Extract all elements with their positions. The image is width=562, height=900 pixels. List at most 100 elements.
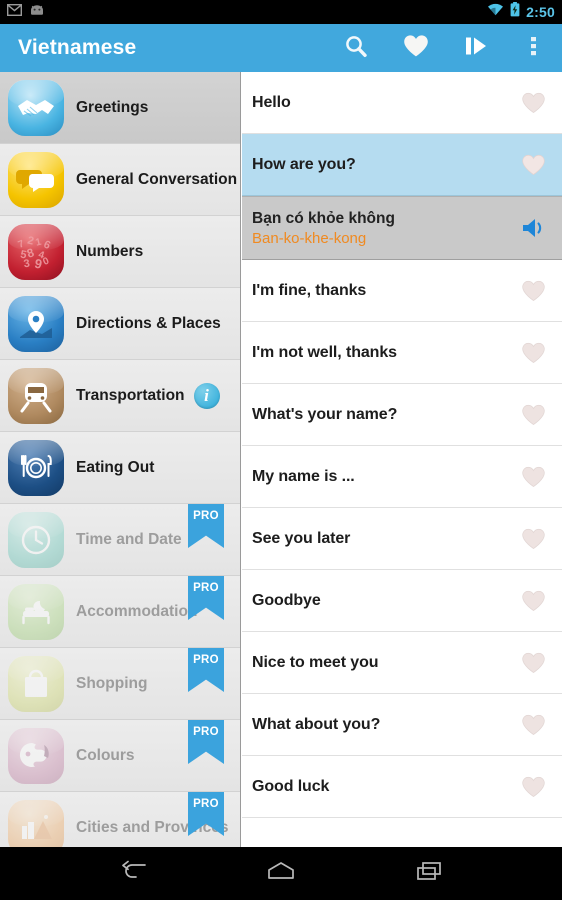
back-button[interactable] [103, 852, 163, 896]
sidebar-item-label: Shopping [76, 674, 148, 692]
sidebar-item-transportation[interactable]: Transportation i [0, 360, 240, 432]
recents-icon [416, 861, 442, 886]
translation-row[interactable]: Bạn có khỏe không Ban-ko-khe-kong [242, 196, 562, 260]
heart-icon[interactable] [521, 652, 546, 674]
list-item[interactable]: Nice to meet you [242, 632, 562, 694]
app-screen: 2:50 Vietnamese Greetings General Conver… [0, 0, 562, 900]
phrase-text: My name is ... [252, 467, 355, 485]
list-item[interactable]: How are you? [242, 134, 562, 196]
heart-icon[interactable] [521, 280, 546, 302]
sidebar-item-directions-and-places[interactable]: Directions & Places [0, 288, 240, 360]
list-item[interactable]: Hello [242, 72, 562, 134]
numbers-icon: 7 2 1 6 5 8 4 3 9 0 [8, 223, 64, 280]
status-bar-notifications [6, 3, 45, 21]
list-item[interactable]: I'm fine, thanks [242, 260, 562, 322]
overflow-menu-icon [531, 34, 537, 63]
status-bar-system: 2:50 [487, 2, 555, 22]
status-bar-clock: 2:50 [526, 4, 555, 20]
phrase-text: Nice to meet you [252, 653, 379, 671]
system-navigation-bar [0, 847, 562, 900]
pro-badge: PRO [188, 720, 224, 764]
heart-icon[interactable] [521, 342, 546, 364]
page-title: Vietnamese [18, 36, 137, 59]
overflow-menu-button[interactable] [506, 24, 562, 72]
heart-icon[interactable] [521, 92, 546, 114]
phrase-list[interactable]: Hello How are you? Bạn có khỏe không Ban… [242, 72, 562, 847]
pro-badge: PRO [188, 576, 224, 620]
sidebar-item-eating-out[interactable]: Eating Out [0, 432, 240, 504]
cityscape-icon [8, 799, 64, 847]
action-bar-buttons [326, 24, 562, 72]
transportation-info-icon[interactable]: i [193, 382, 220, 409]
phrase-text: How are you? [252, 155, 356, 173]
list-item[interactable]: My name is ... [242, 446, 562, 508]
heart-icon[interactable] [521, 466, 546, 488]
train-icon [8, 367, 64, 424]
translation-text-group: Bạn có khỏe không Ban-ko-khe-kong [252, 210, 395, 247]
list-item[interactable]: I'm not well, thanks [242, 322, 562, 384]
sidebar-item-label: Eating Out [76, 458, 155, 476]
sidebar-item-label: Directions & Places [76, 314, 221, 332]
svg-text:0: 0 [41, 255, 51, 267]
phrase-text: I'm not well, thanks [252, 343, 397, 361]
sidebar-item-colours[interactable]: Colours PRO [0, 720, 240, 792]
sidebar-item-general-conversation[interactable]: General Conversation [0, 144, 240, 216]
map-pin-icon [8, 295, 64, 352]
heart-icon[interactable] [521, 714, 546, 736]
sidebar-item-label: Greetings [76, 98, 149, 116]
heart-icon[interactable] [521, 154, 546, 176]
phrase-text: Goodbye [252, 591, 321, 609]
search-button[interactable] [326, 24, 386, 72]
speech-bubbles-icon [8, 151, 64, 208]
sidebar-item-numbers[interactable]: 7 2 1 6 5 8 4 3 9 0 Numbers [0, 216, 240, 288]
category-sidebar[interactable]: Greetings General Conversation 7 2 1 6 5… [0, 72, 241, 847]
phrase-text: Good luck [252, 777, 330, 795]
phrase-text: What's your name? [252, 405, 398, 423]
pro-badge: PRO [188, 648, 224, 692]
sidebar-item-label: Transportation [76, 386, 185, 404]
handshake-icon [8, 79, 64, 136]
translation-phonetic: Ban-ko-khe-kong [252, 229, 367, 247]
sidebar-item-label: General Conversation [76, 170, 238, 188]
bed-moon-icon [8, 583, 64, 640]
home-button[interactable] [251, 852, 311, 896]
sidebar-item-greetings[interactable]: Greetings [0, 72, 240, 144]
phrase-text: What about you? [252, 715, 381, 733]
palette-brush-icon [8, 727, 64, 784]
sidebar-item-accommodation[interactable]: Accommodation PRO [0, 576, 240, 648]
list-item[interactable]: Goodbye [242, 570, 562, 632]
sidebar-item-label: Time and Date [76, 530, 182, 548]
sidebar-item-label: Accommodation [76, 602, 198, 620]
heart-icon [403, 34, 429, 63]
sidebar-item-label: Numbers [76, 242, 144, 260]
play-slideshow-button[interactable] [446, 24, 506, 72]
cutlery-plate-icon [8, 439, 64, 496]
heart-icon[interactable] [521, 590, 546, 612]
phrase-text: I'm fine, thanks [252, 281, 367, 299]
battery-charging-icon [510, 2, 520, 22]
sidebar-item-cities-and-provinces[interactable]: Cities and Provinces PRO [0, 792, 240, 847]
back-icon [118, 860, 148, 887]
home-icon [267, 861, 295, 886]
recents-button[interactable] [399, 852, 459, 896]
list-item[interactable]: Good luck [242, 756, 562, 818]
favorites-button[interactable] [386, 24, 446, 72]
list-item[interactable]: What's your name? [242, 384, 562, 446]
heart-icon[interactable] [521, 528, 546, 550]
sidebar-item-time-and-date[interactable]: Time and Date PRO [0, 504, 240, 576]
gmail-icon [6, 3, 23, 21]
heart-icon[interactable] [521, 404, 546, 426]
speaker-icon[interactable] [520, 215, 550, 241]
play-slideshow-icon [463, 34, 489, 63]
shopping-bag-icon [8, 655, 64, 712]
list-item[interactable]: See you later [242, 508, 562, 570]
sidebar-item-label: Colours [76, 746, 135, 764]
action-bar: Vietnamese [0, 24, 562, 72]
sidebar-item-shopping[interactable]: Shopping PRO [0, 648, 240, 720]
clock-icon [8, 511, 64, 568]
list-item[interactable]: What about you? [242, 694, 562, 756]
heart-icon[interactable] [521, 776, 546, 798]
pro-badge: PRO [188, 504, 224, 548]
translation-native: Bạn có khỏe không [252, 209, 395, 227]
main-content: Greetings General Conversation 7 2 1 6 5… [0, 72, 562, 847]
